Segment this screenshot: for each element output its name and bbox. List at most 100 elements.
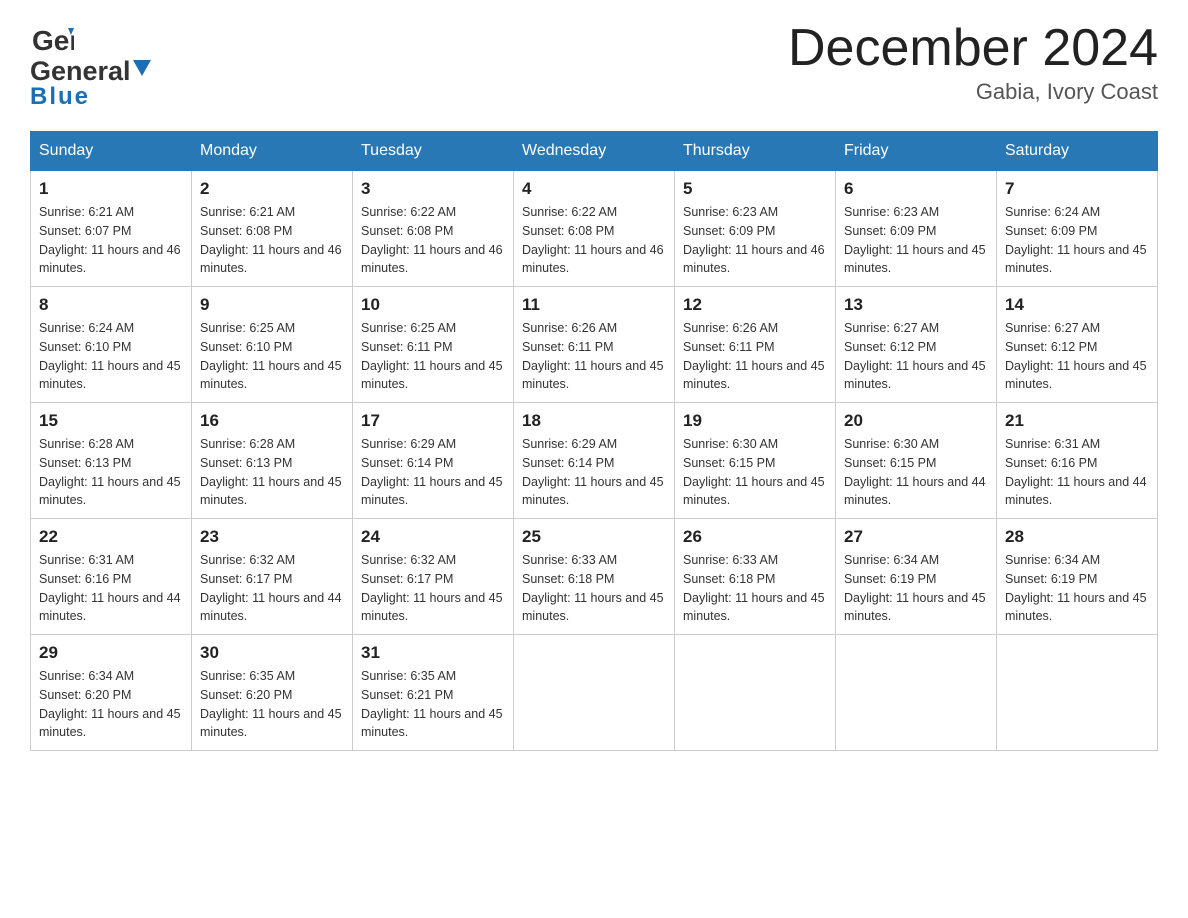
day-cell: 17 Sunrise: 6:29 AMSunset: 6:14 PMDayligh… (353, 403, 514, 519)
day-cell: 24Sunrise: 6:32 AMSunset: 6:17 PMDayligh… (353, 519, 514, 635)
day-info: Sunrise: 6:23 AMSunset: 6:09 PMDaylight:… (844, 203, 988, 278)
day-cell: 26 Sunrise: 6:33 AMSunset: 6:18 PMDayligh… (675, 519, 836, 635)
svg-text:General: General (32, 25, 74, 56)
day-cell: 8Sunrise: 6:24 AMSunset: 6:10 PMDaylight… (31, 287, 192, 403)
logo: General General Blue (30, 20, 151, 111)
day-info: Sunrise: 6:35 AMSunset: 6:20 PMDaylight:… (200, 667, 344, 742)
day-cell: 30 Sunrise: 6:35 AMSunset: 6:20 PMDayligh… (192, 635, 353, 751)
month-title: December 2024 (788, 20, 1158, 77)
weekday-friday: Friday (836, 132, 997, 171)
day-number: 8 (39, 295, 183, 315)
day-cell: 5Sunrise: 6:23 AMSunset: 6:09 PMDaylight… (675, 171, 836, 287)
day-cell: 20Sunrise: 6:30 AMSunset: 6:15 PMDayligh… (836, 403, 997, 519)
day-cell: 2 Sunrise: 6:21 AMSunset: 6:08 PMDaylight… (192, 171, 353, 287)
day-number: 18 (522, 411, 666, 431)
day-info: Sunrise: 6:34 AMSunset: 6:19 PMDaylight:… (1005, 551, 1149, 626)
day-cell: 13 Sunrise: 6:27 AMSunset: 6:12 PMDayligh… (836, 287, 997, 403)
day-cell: 31 Sunrise: 6:35 AMSunset: 6:21 PMDayligh… (353, 635, 514, 751)
day-cell: 9 Sunrise: 6:25 AMSunset: 6:10 PMDaylight… (192, 287, 353, 403)
day-cell: 4 Sunrise: 6:22 AMSunset: 6:08 PMDaylight… (514, 171, 675, 287)
week-row-3: 15 Sunrise: 6:28 AMSunset: 6:13 PMDayligh… (31, 403, 1158, 519)
day-info: Sunrise: 6:33 AMSunset: 6:18 PMDaylight:… (683, 551, 827, 626)
day-number: 17 (361, 411, 505, 431)
weekday-header-row: SundayMondayTuesdayWednesdayThursdayFrid… (31, 132, 1158, 171)
day-number: 26 (683, 527, 827, 547)
day-info: Sunrise: 6:24 AMSunset: 6:09 PMDaylight:… (1005, 203, 1149, 278)
day-number: 31 (361, 643, 505, 663)
day-number: 16 (200, 411, 344, 431)
day-info: Sunrise: 6:25 AMSunset: 6:10 PMDaylight:… (200, 319, 344, 394)
week-row-5: 29 Sunrise: 6:34 AMSunset: 6:20 PMDayligh… (31, 635, 1158, 751)
week-row-4: 22 Sunrise: 6:31 AMSunset: 6:16 PMDayligh… (31, 519, 1158, 635)
day-info: Sunrise: 6:27 AMSunset: 6:12 PMDaylight:… (844, 319, 988, 394)
day-number: 29 (39, 643, 183, 663)
day-number: 23 (200, 527, 344, 547)
weekday-monday: Monday (192, 132, 353, 171)
day-number: 3 (361, 179, 505, 199)
day-info: Sunrise: 6:34 AMSunset: 6:20 PMDaylight:… (39, 667, 183, 742)
day-info: Sunrise: 6:27 AMSunset: 6:12 PMDaylight:… (1005, 319, 1149, 394)
day-info: Sunrise: 6:21 AMSunset: 6:08 PMDaylight:… (200, 203, 344, 278)
page-header: General General Blue December 2024 Gabia… (30, 20, 1158, 111)
location: Gabia, Ivory Coast (788, 79, 1158, 105)
day-cell: 19 Sunrise: 6:30 AMSunset: 6:15 PMDayligh… (675, 403, 836, 519)
day-number: 25 (522, 527, 666, 547)
day-info: Sunrise: 6:22 AMSunset: 6:08 PMDaylight:… (522, 203, 666, 278)
day-number: 30 (200, 643, 344, 663)
day-number: 27 (844, 527, 988, 547)
day-info: Sunrise: 6:31 AMSunset: 6:16 PMDaylight:… (39, 551, 183, 626)
day-info: Sunrise: 6:28 AMSunset: 6:13 PMDaylight:… (39, 435, 183, 510)
day-cell: 15 Sunrise: 6:28 AMSunset: 6:13 PMDayligh… (31, 403, 192, 519)
day-info: Sunrise: 6:26 AMSunset: 6:11 PMDaylight:… (683, 319, 827, 394)
day-cell (836, 635, 997, 751)
day-cell: 22 Sunrise: 6:31 AMSunset: 6:16 PMDayligh… (31, 519, 192, 635)
calendar-table: SundayMondayTuesdayWednesdayThursdayFrid… (30, 131, 1158, 751)
day-number: 28 (1005, 527, 1149, 547)
day-info: Sunrise: 6:30 AMSunset: 6:15 PMDaylight:… (683, 435, 827, 510)
week-row-2: 8Sunrise: 6:24 AMSunset: 6:10 PMDaylight… (31, 287, 1158, 403)
day-cell: 23 Sunrise: 6:32 AMSunset: 6:17 PMDayligh… (192, 519, 353, 635)
day-info: Sunrise: 6:31 AMSunset: 6:16 PMDaylight:… (1005, 435, 1149, 510)
day-cell: 21 Sunrise: 6:31 AMSunset: 6:16 PMDayligh… (997, 403, 1158, 519)
logo-blue: Blue (30, 83, 90, 111)
day-number: 24 (361, 527, 505, 547)
day-number: 22 (39, 527, 183, 547)
day-info: Sunrise: 6:21 AMSunset: 6:07 PMDaylight:… (39, 203, 183, 278)
day-number: 4 (522, 179, 666, 199)
day-cell (997, 635, 1158, 751)
weekday-sunday: Sunday (31, 132, 192, 171)
day-cell: 16 Sunrise: 6:28 AMSunset: 6:13 PMDayligh… (192, 403, 353, 519)
day-cell: 11Sunrise: 6:26 AMSunset: 6:11 PMDayligh… (514, 287, 675, 403)
day-cell: 3 Sunrise: 6:22 AMSunset: 6:08 PMDaylight… (353, 171, 514, 287)
day-info: Sunrise: 6:29 AMSunset: 6:14 PMDaylight:… (522, 435, 666, 510)
day-info: Sunrise: 6:29 AMSunset: 6:14 PMDaylight:… (361, 435, 505, 510)
day-info: Sunrise: 6:28 AMSunset: 6:13 PMDaylight:… (200, 435, 344, 510)
day-number: 15 (39, 411, 183, 431)
logo-triangle-icon (133, 60, 151, 80)
day-cell: 10Sunrise: 6:25 AMSunset: 6:11 PMDayligh… (353, 287, 514, 403)
day-number: 21 (1005, 411, 1149, 431)
day-number: 13 (844, 295, 988, 315)
day-cell: 12Sunrise: 6:26 AMSunset: 6:11 PMDayligh… (675, 287, 836, 403)
day-number: 9 (200, 295, 344, 315)
day-info: Sunrise: 6:32 AMSunset: 6:17 PMDaylight:… (200, 551, 344, 626)
day-cell: 7Sunrise: 6:24 AMSunset: 6:09 PMDaylight… (997, 171, 1158, 287)
day-number: 1 (39, 179, 183, 199)
day-info: Sunrise: 6:34 AMSunset: 6:19 PMDaylight:… (844, 551, 988, 626)
day-info: Sunrise: 6:25 AMSunset: 6:11 PMDaylight:… (361, 319, 505, 394)
weekday-tuesday: Tuesday (353, 132, 514, 171)
day-cell: 25 Sunrise: 6:33 AMSunset: 6:18 PMDayligh… (514, 519, 675, 635)
day-number: 19 (683, 411, 827, 431)
title-block: December 2024 Gabia, Ivory Coast (788, 20, 1158, 105)
day-info: Sunrise: 6:35 AMSunset: 6:21 PMDaylight:… (361, 667, 505, 742)
day-number: 6 (844, 179, 988, 199)
weekday-saturday: Saturday (997, 132, 1158, 171)
day-cell (514, 635, 675, 751)
day-info: Sunrise: 6:33 AMSunset: 6:18 PMDaylight:… (522, 551, 666, 626)
day-info: Sunrise: 6:22 AMSunset: 6:08 PMDaylight:… (361, 203, 505, 278)
day-number: 2 (200, 179, 344, 199)
week-row-1: 1 Sunrise: 6:21 AMSunset: 6:07 PMDaylight… (31, 171, 1158, 287)
weekday-wednesday: Wednesday (514, 132, 675, 171)
day-number: 11 (522, 295, 666, 315)
day-number: 20 (844, 411, 988, 431)
